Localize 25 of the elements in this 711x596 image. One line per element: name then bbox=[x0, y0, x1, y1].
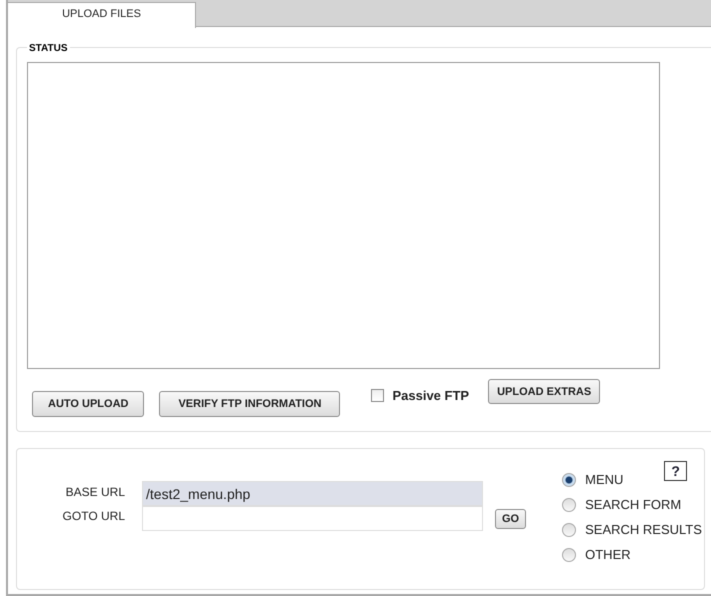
verify-ftp-button[interactable]: VERIFY FTP INFORMATION bbox=[159, 391, 340, 417]
radio-label: SEARCH RESULTS bbox=[585, 522, 702, 537]
radio-button[interactable] bbox=[562, 548, 576, 562]
radio-option[interactable]: SEARCH FORM bbox=[562, 496, 702, 513]
radio-button[interactable] bbox=[562, 522, 576, 536]
radio-option[interactable]: OTHER bbox=[562, 546, 702, 563]
radio-button[interactable] bbox=[562, 472, 576, 486]
upload-extras-button[interactable]: UPLOAD EXTRAS bbox=[488, 379, 600, 404]
checkbox-label: Passive FTP bbox=[392, 388, 470, 403]
radio-label: OTHER bbox=[585, 547, 631, 562]
radio-button[interactable] bbox=[562, 498, 576, 512]
radio-label: MENU bbox=[585, 472, 624, 487]
help-button[interactable]: ? bbox=[664, 461, 688, 481]
base-url-label: BASE URL bbox=[66, 485, 125, 501]
goto-url-field[interactable] bbox=[142, 506, 483, 531]
base-url-field[interactable]: /test2_menu.php bbox=[142, 481, 483, 506]
auto-upload-button[interactable]: AUTO UPLOAD bbox=[32, 391, 144, 417]
status-legend: STATUS bbox=[27, 43, 70, 54]
checkbox[interactable] bbox=[371, 389, 384, 402]
goto-url-label: GOTO URL bbox=[62, 509, 125, 525]
passive-ftp-checkbox[interactable]: Passive FTP bbox=[371, 388, 470, 403]
tab[interactable]: UPLOAD FILES bbox=[8, 2, 196, 28]
radio-option[interactable]: SEARCH RESULTS bbox=[562, 521, 702, 538]
go-button[interactable]: GO bbox=[495, 509, 526, 529]
radio-label: SEARCH FORM bbox=[585, 497, 682, 512]
